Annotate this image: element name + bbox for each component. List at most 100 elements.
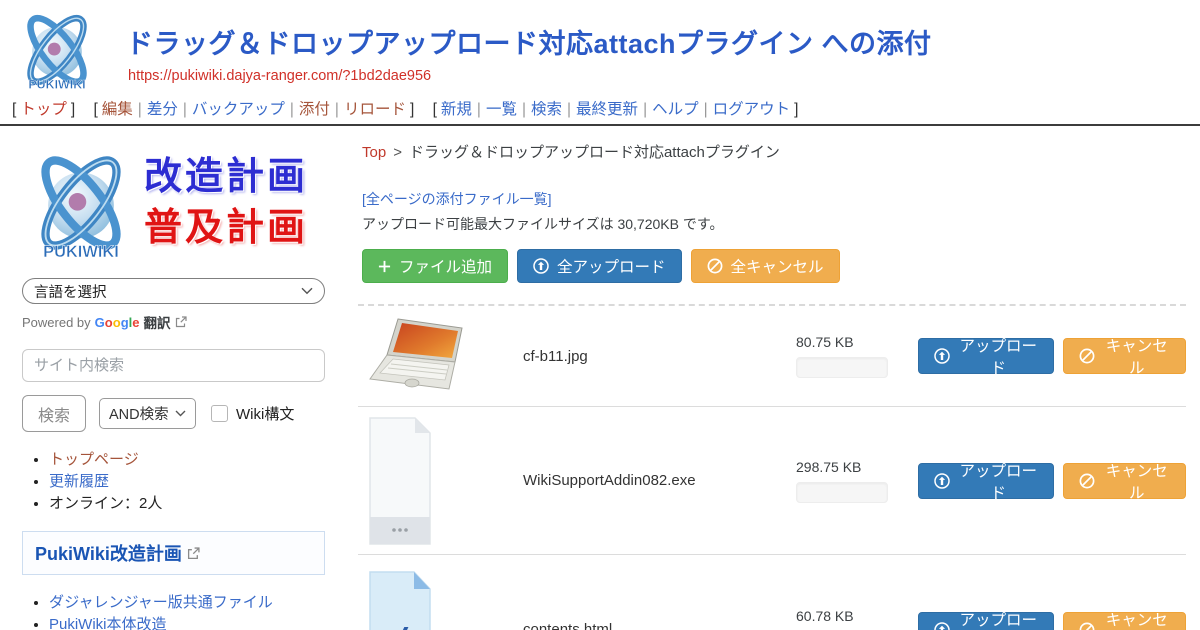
breadcrumb-top-link[interactable]: Top: [362, 144, 386, 161]
translate-label: 翻訳: [144, 312, 171, 332]
chevron-down-icon: [301, 287, 313, 295]
wiki-syntax-label: Wiki構文: [236, 403, 294, 424]
site-search-input[interactable]: [22, 349, 325, 382]
list-item: ダジャレンジャー版共通ファイル: [49, 592, 342, 613]
upload-progress-bar: [796, 482, 888, 503]
upload-button[interactable]: アップロード: [918, 463, 1054, 499]
file-name: WikiSupportAddin082.exe: [493, 472, 796, 489]
sidebar-link-core-mod[interactable]: PukiWiki本体改造: [49, 616, 167, 630]
sidebar-logo-text: 改造計画 普及計画: [144, 152, 308, 255]
nav-top-link[interactable]: トップ: [20, 101, 67, 118]
file-size: 80.75 KB: [796, 334, 918, 350]
breadcrumb-separator: >: [393, 144, 402, 161]
top-navbar: [トップ] [編集|差分|バックアップ|添付|リロード] [新規|一覧|検索|最…: [0, 96, 1200, 126]
chevron-down-icon: [175, 410, 186, 417]
search-controls: 検索 AND検索 Wiki構文: [22, 395, 346, 432]
breadcrumb-current: ドラッグ＆ドロップアップロード対応attachプラグイン: [409, 144, 780, 161]
logo-text-kaizou: 改造計画: [144, 152, 308, 203]
sidebar-site-title-box[interactable]: PukiWiki改造計画: [22, 531, 325, 575]
pukiwiki-attach-page: PUKIWIKI ドラッグ＆ドロップアップロード対応attachプラグイン への…: [0, 0, 1200, 630]
logo-text-fukyuu: 普及計画: [144, 203, 308, 254]
external-link-icon: [175, 316, 187, 328]
nav-new-link[interactable]: 新規: [441, 101, 472, 118]
sidebar-top-links: トップページ 更新履歴 オンライン：2人: [22, 449, 342, 514]
upload-button[interactable]: アップロード: [918, 338, 1054, 374]
upload-circle-icon: [934, 348, 950, 364]
google-logo: Google: [95, 315, 140, 330]
cancel-button[interactable]: キャンセル: [1063, 463, 1186, 499]
language-select-value: 言語を選択: [34, 281, 107, 302]
upload-progress-bar: [796, 357, 888, 378]
file-size: 298.75 KB: [796, 459, 918, 475]
plus-icon: [378, 260, 391, 273]
cancel-all-button[interactable]: 全キャンセル: [691, 249, 840, 283]
search-mode-value: AND検索: [109, 403, 169, 424]
site-title-link: PukiWiki改造計画: [35, 540, 182, 566]
file-name: contents.html: [493, 621, 796, 630]
online-count-text: オンライン：2人: [49, 495, 162, 512]
sidebar-link-common-files[interactable]: ダジャレンジャー版共通ファイル: [49, 594, 273, 611]
powered-by-text: Powered by: [22, 315, 91, 330]
nav-search-link[interactable]: 検索: [531, 101, 562, 118]
sidebar-bottom-links: ダジャレンジャー版共通ファイル PukiWiki本体改造 PukiWikiテキス…: [22, 592, 342, 630]
powered-by-google: Powered by Google 翻訳: [22, 312, 346, 332]
page-title: ドラッグ＆ドロップアップロード対応attachプラグイン への添付: [126, 22, 932, 61]
main-content: Top > ドラッグ＆ドロップアップロード対応attachプラグイン [全ページの添…: [346, 126, 1200, 630]
bracket: [: [12, 101, 16, 118]
nav-reload-link[interactable]: リロード: [344, 101, 406, 118]
nav-edit-link[interactable]: 編集: [102, 101, 133, 118]
ban-circle-icon: [1079, 473, 1095, 489]
file-row: WikiSupportAddin082.exe 298.75 KB アップロード…: [358, 407, 1186, 555]
file-size: 60.78 KB: [796, 608, 918, 624]
wiki-syntax-checkbox[interactable]: [211, 405, 228, 422]
sidebar-logo-banner[interactable]: PUKIWIKI 改造計画 普及計画: [22, 140, 346, 266]
upload-circle-icon: [934, 622, 950, 630]
breadcrumb: Top > ドラッグ＆ドロップアップロード対応attachプラグイン: [362, 141, 1186, 162]
generic-file-icon: [368, 416, 432, 546]
upload-button[interactable]: アップロード: [918, 612, 1054, 630]
cancel-button[interactable]: キャンセル: [1063, 338, 1186, 374]
upload-toolbar: ファイル追加 全アップロード 全キャンセル: [362, 249, 1186, 283]
sidebar: PUKIWIKI 改造計画 普及計画 言語を選択 Powered by Goog…: [0, 126, 346, 630]
sidebar-link-history[interactable]: 更新履歴: [49, 473, 109, 490]
external-link-icon: [187, 547, 200, 560]
max-upload-size-text: アップロード可能最大ファイルサイズは 30,720KB です。: [362, 214, 1186, 234]
html-file-icon: </>: [368, 570, 432, 630]
list-item: トップページ: [49, 449, 342, 470]
atom-logo-icon: PUKIWIKI: [10, 4, 104, 96]
ban-circle-icon: [1079, 622, 1095, 630]
nav-diff-link[interactable]: 差分: [147, 101, 178, 118]
svg-text:</>: </>: [368, 620, 432, 630]
list-item: PukiWiki本体改造: [49, 614, 342, 630]
nav-backup-link[interactable]: バックアップ: [192, 101, 285, 118]
page-header: PUKIWIKI ドラッグ＆ドロップアップロード対応attachプラグイン への…: [0, 0, 1200, 96]
list-item: 更新履歴: [49, 471, 342, 492]
upload-all-button[interactable]: 全アップロード: [517, 249, 682, 283]
cancel-button[interactable]: キャンセル: [1063, 612, 1186, 630]
file-dropzone: cf-b11.jpg 80.75 KB アップロード キャンセル: [358, 304, 1186, 630]
atom-logo-icon: PUKIWIKI: [22, 142, 140, 264]
svg-text:PUKIWIKI: PUKIWIKI: [28, 78, 85, 92]
file-row: </> contents.html 60.78 KB アップロード: [358, 555, 1186, 630]
nav-logout-link[interactable]: ログアウト: [713, 101, 791, 118]
file-row: cf-b11.jpg 80.75 KB アップロード キャンセル: [358, 306, 1186, 407]
pukiwiki-logo[interactable]: PUKIWIKI: [10, 4, 104, 101]
upload-circle-icon: [934, 473, 950, 489]
svg-text:PUKIWIKI: PUKIWIKI: [43, 243, 119, 261]
language-select[interactable]: 言語を選択: [22, 278, 325, 304]
add-files-button[interactable]: ファイル追加: [362, 249, 508, 283]
nav-list-link[interactable]: 一覧: [486, 101, 517, 118]
nav-help-link[interactable]: ヘルプ: [652, 101, 699, 118]
search-button[interactable]: 検索: [22, 395, 86, 432]
list-item: オンライン：2人: [49, 493, 342, 514]
laptop-photo-thumbnail: [368, 317, 474, 395]
file-name: cf-b11.jpg: [493, 348, 796, 365]
nav-attach-link[interactable]: 添付: [299, 101, 330, 118]
all-attachments-link[interactable]: [全ページの添付ファイル一覧]: [362, 191, 552, 207]
search-mode-select[interactable]: AND検索: [99, 398, 196, 429]
upload-circle-icon: [533, 258, 549, 274]
ban-circle-icon: [1079, 348, 1095, 364]
nav-recent-link[interactable]: 最終更新: [576, 101, 638, 118]
sidebar-link-toppage[interactable]: トップページ: [49, 451, 139, 468]
ban-circle-icon: [707, 258, 723, 274]
